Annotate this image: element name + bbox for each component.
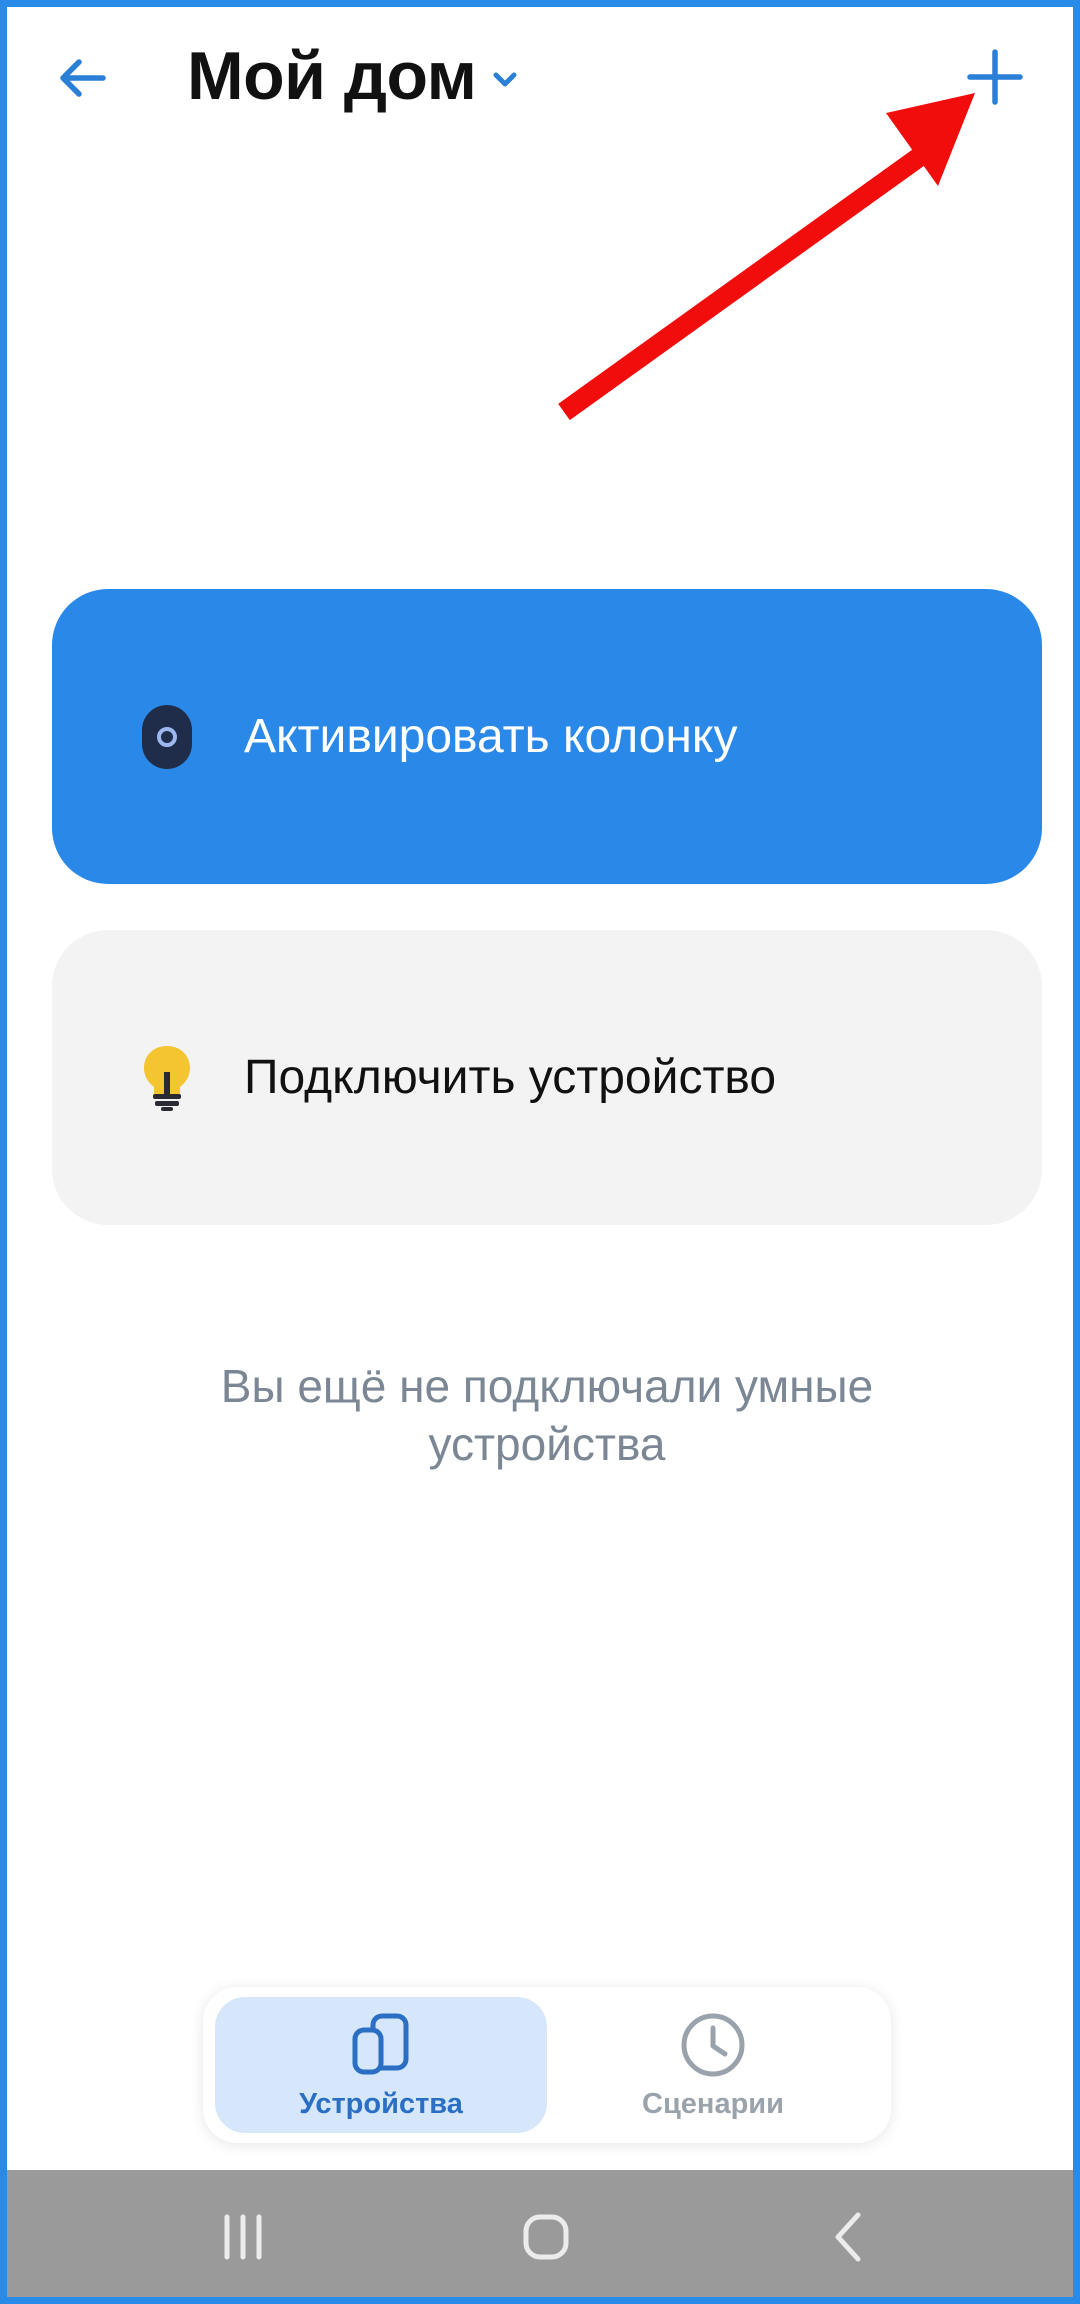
devices-icon bbox=[346, 2010, 416, 2080]
chevron-down-icon bbox=[488, 62, 522, 96]
arrow-left-icon bbox=[60, 59, 106, 97]
plus-icon bbox=[967, 49, 1023, 105]
empty-state-text: Вы ещё не подключали умные устройства bbox=[220, 1360, 874, 1470]
activate-speaker-label: Активировать колонку bbox=[244, 710, 738, 763]
home-icon bbox=[523, 2214, 569, 2260]
clock-icon bbox=[678, 2010, 748, 2080]
system-back-button[interactable] bbox=[805, 2192, 895, 2282]
recents-button[interactable] bbox=[198, 2192, 288, 2282]
tab-devices-label: Устройства bbox=[299, 2087, 463, 2120]
home-selector[interactable]: Мой дом bbox=[187, 31, 522, 121]
lightbulb-icon bbox=[134, 1042, 200, 1114]
tab-devices[interactable]: Устройства bbox=[215, 1997, 547, 2133]
back-button[interactable] bbox=[47, 42, 119, 114]
activate-speaker-button[interactable]: Активировать колонку bbox=[52, 589, 1042, 884]
app-header: Мой дом bbox=[7, 7, 1073, 157]
page-title: Мой дом bbox=[187, 38, 477, 114]
system-nav-bar bbox=[7, 2170, 1073, 2297]
connect-device-label: Подключить устройство bbox=[244, 1051, 777, 1104]
home-button[interactable] bbox=[501, 2192, 591, 2282]
bottom-tab-bar: Устройства Сценарии bbox=[203, 1987, 891, 2143]
add-button[interactable] bbox=[957, 39, 1033, 115]
tab-scenarios[interactable]: Сценарии bbox=[547, 1997, 879, 2133]
tab-scenarios-label: Сценарии bbox=[642, 2087, 784, 2120]
back-chevron-icon bbox=[835, 2212, 861, 2262]
connect-device-button[interactable]: Подключить устройство bbox=[52, 930, 1042, 1225]
recents-icon bbox=[224, 2214, 262, 2260]
screen: Мой дом Активировать колонку Подключить … bbox=[0, 0, 1080, 2304]
speaker-icon bbox=[134, 701, 200, 773]
